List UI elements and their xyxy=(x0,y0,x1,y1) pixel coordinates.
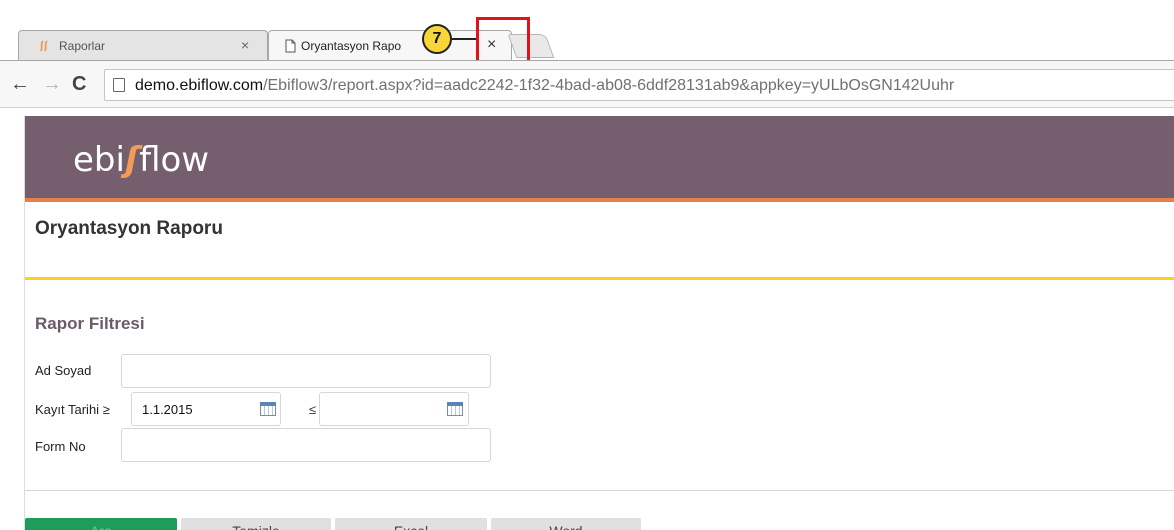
form-no-label: Form No xyxy=(35,439,86,454)
clear-button[interactable]: Temizle xyxy=(181,518,331,530)
tab-close-icon[interactable]: × xyxy=(241,37,249,53)
browser-tab-strip: Raporlar × Oryantasyon Rapo × xyxy=(0,0,1174,60)
date-label: Kayıt Tarihi ≥ xyxy=(35,402,110,417)
annotation-connector xyxy=(452,38,476,40)
word-export-button[interactable]: Word xyxy=(491,518,641,530)
page-icon xyxy=(285,39,296,53)
page-frame: ebiʃflow Oryantasyon Raporu Rapor Filtre… xyxy=(24,116,1174,530)
annotation-highlight-box xyxy=(476,17,530,63)
name-label: Ad Soyad xyxy=(35,363,92,378)
logo-swirl-icon: ʃ xyxy=(124,140,140,180)
reload-icon[interactable]: C xyxy=(72,73,86,96)
page-icon xyxy=(113,78,125,92)
search-button[interactable]: Ara xyxy=(25,518,177,530)
tab-raporlar[interactable]: Raporlar × xyxy=(18,30,268,60)
url-path: /Ebiflow3/report.aspx?id=aadc2242-1f32-4… xyxy=(263,77,955,94)
url-text: demo.ebiflow.com/Ebiflow3/report.aspx?id… xyxy=(135,77,954,95)
page-title-bar: Oryantasyon Raporu xyxy=(25,206,1174,280)
date-to-operator: ≤ xyxy=(309,402,317,417)
forward-arrow-icon[interactable]: → xyxy=(42,73,62,96)
calendar-icon[interactable] xyxy=(447,402,463,416)
address-bar[interactable]: demo.ebiflow.com/Ebiflow3/report.aspx?id… xyxy=(104,69,1174,101)
tab-label: Raporlar xyxy=(59,39,106,53)
section-divider xyxy=(25,490,1174,491)
ebiflow-logo: ebiʃflow xyxy=(73,140,209,180)
tab-label: Oryantasyon Rapo xyxy=(301,39,402,53)
filter-section-title: Rapor Filtresi xyxy=(35,314,145,333)
date-from-input[interactable]: 1.1.2015 xyxy=(131,392,281,426)
excel-export-button[interactable]: Excel xyxy=(335,518,487,530)
ebiflow-favicon-icon xyxy=(40,40,48,52)
date-label-text: Kayıt Tarihi xyxy=(35,402,100,417)
name-input[interactable] xyxy=(121,354,491,388)
browser-toolbar: ← → C demo.ebiflow.com/Ebiflow3/report.a… xyxy=(0,60,1174,108)
back-arrow-icon[interactable]: ← xyxy=(10,73,30,96)
logo-text-left: ebi xyxy=(73,140,125,180)
annotation-step-badge: 7 xyxy=(422,24,452,54)
app-header: ebiʃflow xyxy=(25,116,1174,202)
form-no-input[interactable] xyxy=(121,428,491,462)
logo-text-right: flow xyxy=(139,140,210,180)
browser-viewport: ebiʃflow Oryantasyon Raporu Rapor Filtre… xyxy=(0,108,1174,530)
url-domain: demo.ebiflow.com xyxy=(135,77,264,94)
date-from-operator: ≥ xyxy=(102,402,110,417)
page-title: Oryantasyon Raporu xyxy=(35,218,223,239)
calendar-icon[interactable] xyxy=(260,402,276,416)
